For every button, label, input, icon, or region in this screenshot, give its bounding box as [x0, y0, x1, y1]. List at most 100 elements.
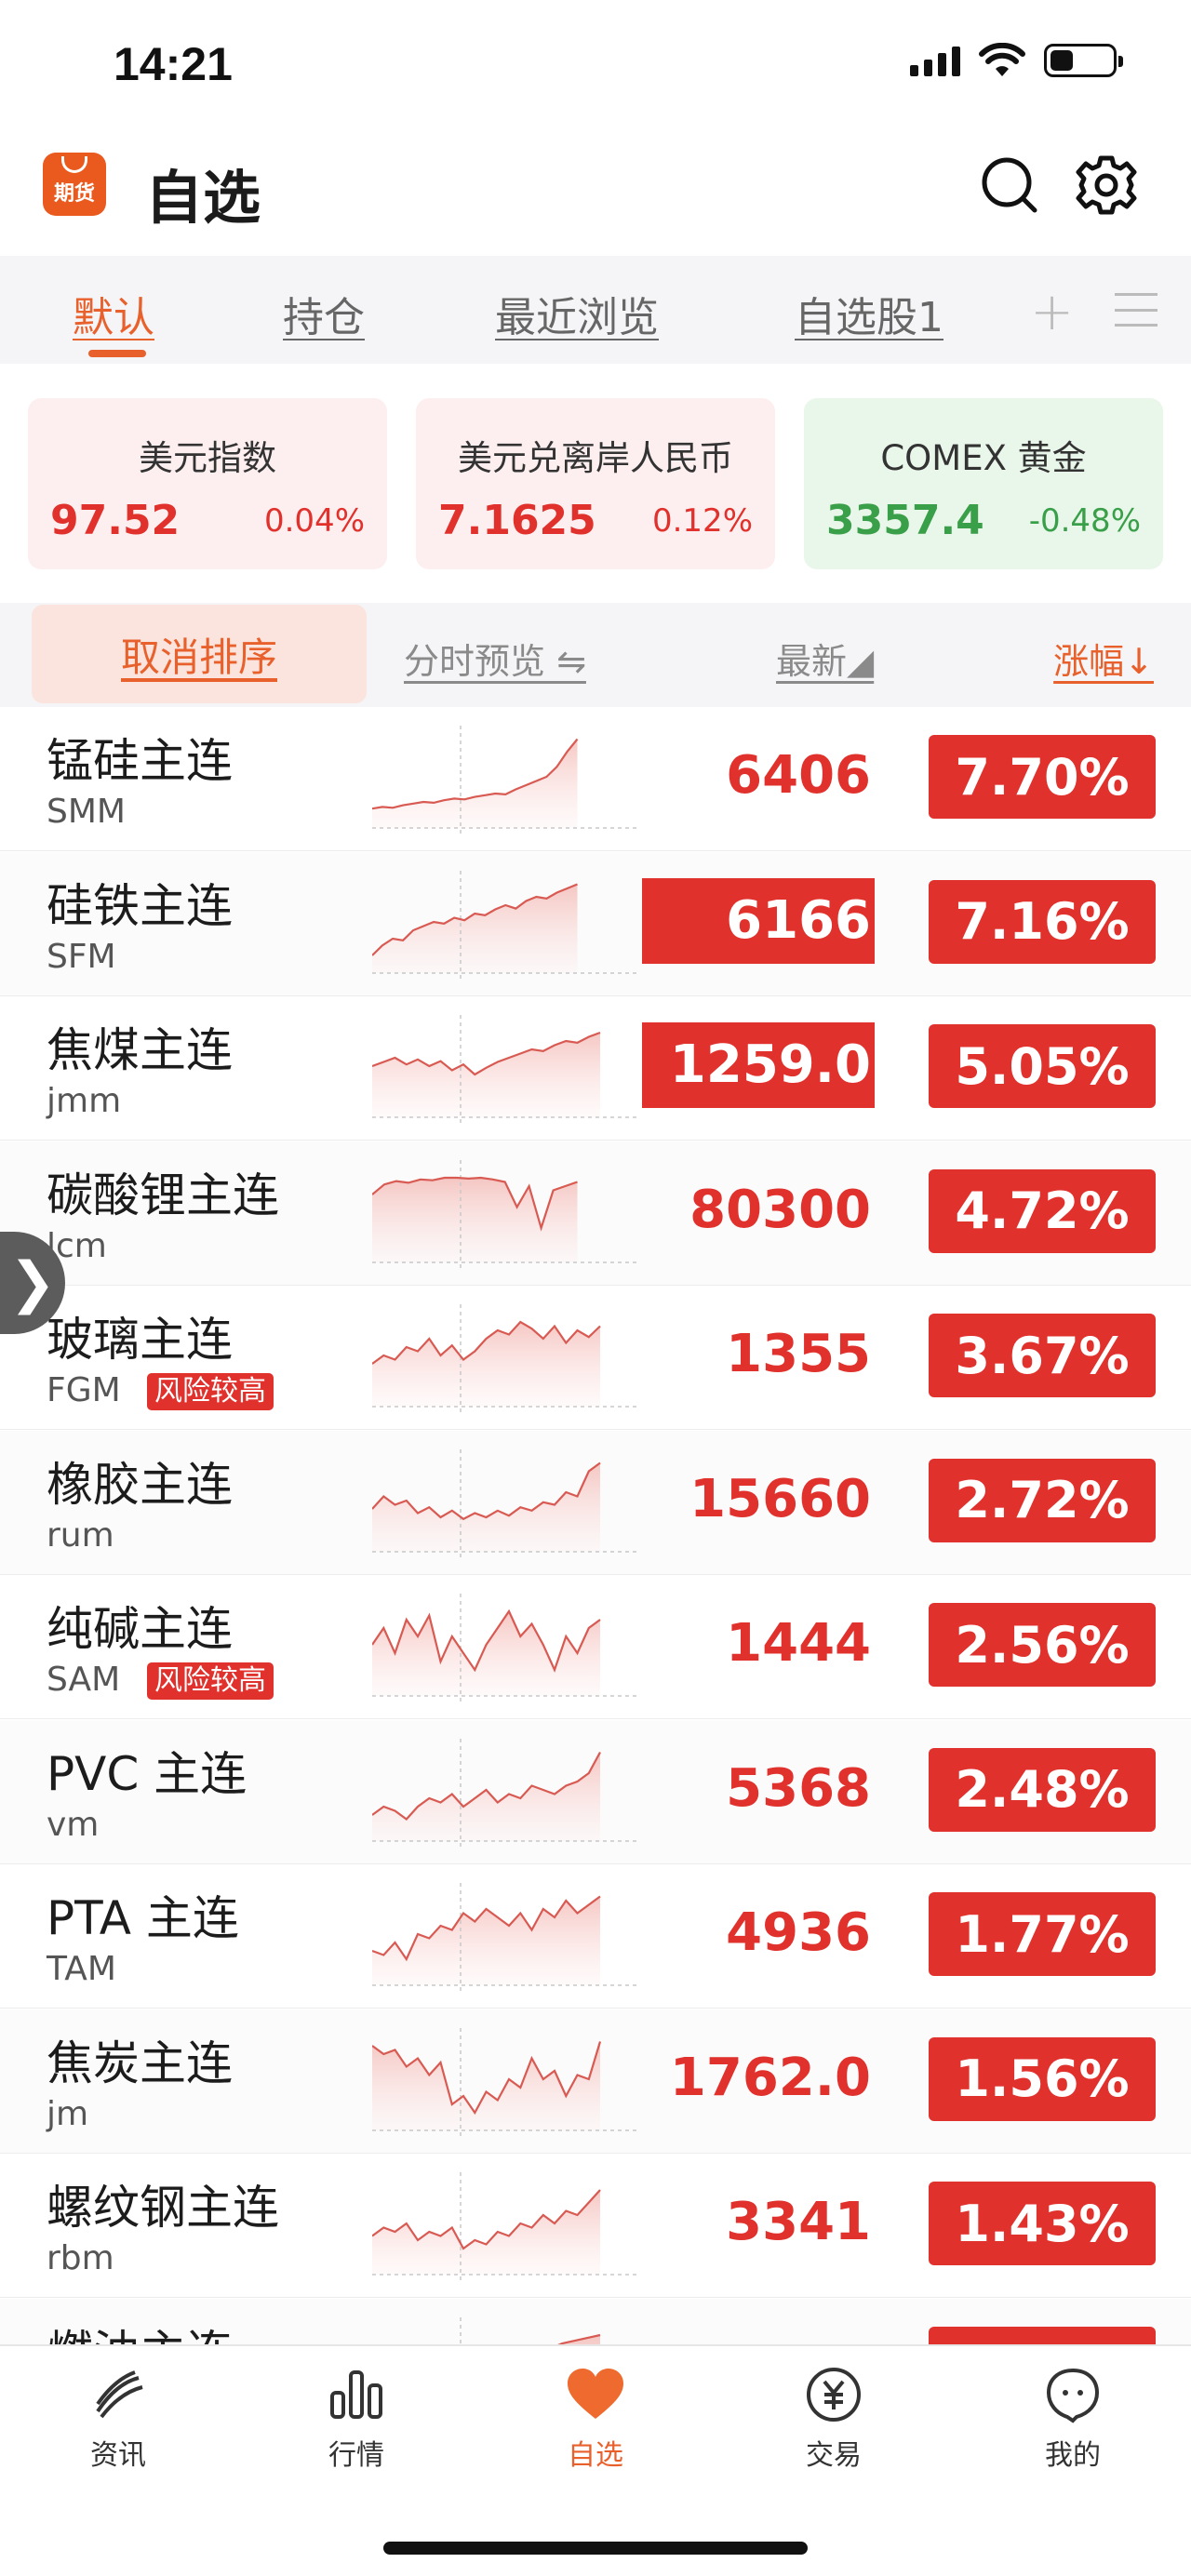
- table-row[interactable]: 锰硅主连 SMM 6406 7.70%: [0, 707, 1191, 851]
- change-percent-badge[interactable]: 2.56%: [929, 1603, 1156, 1687]
- contract-code: vm: [47, 1805, 100, 1844]
- nav-news[interactable]: 资讯: [44, 2365, 193, 2486]
- battery-icon: [1044, 44, 1123, 77]
- change-percent-badge[interactable]: 2.72%: [929, 1458, 1156, 1542]
- app-header: 期货 自选: [0, 130, 1191, 256]
- status-icons: [910, 43, 1123, 78]
- change-percent-badge[interactable]: 4.72%: [929, 1168, 1156, 1253]
- change-percent-badge[interactable]: 2.48%: [929, 1747, 1156, 1832]
- sparkline-area: [372, 1462, 600, 1552]
- contract-name: 碳酸锂主连: [47, 1168, 279, 1222]
- card-value: 7.1625: [438, 497, 596, 544]
- intraday-sparkline: [372, 2027, 637, 2140]
- watchlist: 锰硅主连 SMM 6406 7.70% 硅铁主连 SFM 6166 7.16% 焦煤主连 jmm 1…: [0, 707, 1191, 2344]
- index-card-comex-gold[interactable]: COMEX 黄金 3357.4 -0.48%: [804, 398, 1163, 569]
- contract-code: rbm: [47, 2239, 114, 2277]
- table-row[interactable]: 燃油主连fum: [0, 2298, 1191, 2345]
- change-percent-badge[interactable]: 1.77%: [929, 1892, 1156, 1976]
- status-bar: 14:21: [0, 0, 1191, 130]
- table-row[interactable]: 焦炭主连 jm 1762.0 1.56%: [0, 2009, 1191, 2154]
- cancel-sort-button[interactable]: 取消排序: [32, 605, 367, 703]
- table-row[interactable]: 橡胶主连 rum 15660 2.72%: [0, 1430, 1191, 1575]
- contract-name: 橡胶主连: [47, 1457, 233, 1512]
- intraday-sparkline: [372, 2172, 637, 2284]
- sparkline-area: [372, 2190, 600, 2275]
- index-card-usd-cnh[interactable]: 美元兑离岸人民币 7.1625 0.12%: [416, 398, 775, 569]
- index-cards: 美元指数 97.52 0.04% 美元兑离岸人民币 7.1625 0.12% C…: [0, 398, 1191, 569]
- contract-name: 焦炭主连: [47, 2035, 233, 2090]
- table-row[interactable]: PTA 主连 TAM 4936 1.77%: [0, 1864, 1191, 2009]
- sparkline-preview-toggle[interactable]: 分时预览 ⇋: [404, 633, 586, 684]
- sort-by-latest[interactable]: 最新◢: [776, 633, 874, 684]
- contract-name: PVC 主连: [47, 1746, 248, 1801]
- sort-by-change[interactable]: 涨幅↓: [1053, 633, 1154, 684]
- add-tab-icon[interactable]: +: [1030, 282, 1074, 342]
- logo-text: 期货: [53, 182, 95, 206]
- latest-price: 1259.0: [642, 1022, 875, 1108]
- heart-icon: [568, 2369, 623, 2419]
- status-time: 14:21: [114, 38, 233, 90]
- tab-holdings[interactable]: 持仓: [283, 284, 365, 343]
- contract-name: 玻璃主连: [47, 1313, 233, 1367]
- tab-recent[interactable]: 最近浏览: [495, 284, 659, 343]
- latest-price: 5368: [726, 1757, 871, 1819]
- intraday-sparkline: [460, 2316, 601, 2344]
- risk-badge: 风险较高: [147, 1373, 274, 1410]
- sparkline-area: [372, 1611, 600, 1696]
- table-row[interactable]: 纯碱主连 SAM 风险较高 1444 2.56%: [0, 1575, 1191, 1719]
- yuan-icon: [807, 2368, 861, 2422]
- latest-price: 1444: [726, 1613, 871, 1674]
- tab-active-indicator: [88, 350, 146, 357]
- change-percent-badge[interactable]: 3.67%: [929, 1314, 1156, 1397]
- change-percent-badge[interactable]: 1.56%: [929, 2036, 1156, 2121]
- sort-header: 取消排序 分时预览 ⇋ 最新◢ 涨幅↓: [0, 603, 1191, 707]
- contract-name: 硅铁主连: [47, 878, 233, 933]
- intraday-sparkline: [372, 870, 637, 982]
- latest-price: 4936: [726, 1902, 871, 1963]
- latest-price: 1355: [726, 1324, 871, 1384]
- contract-code: TAM: [47, 1950, 116, 1988]
- change-percent-badge[interactable]: 5.05%: [929, 1024, 1156, 1108]
- card-value: 3357.4: [826, 497, 984, 544]
- change-percent-badge[interactable]: 7.70%: [929, 735, 1156, 819]
- nav-label: 资讯: [90, 2439, 146, 2472]
- latest-price: 6166: [642, 877, 875, 964]
- gear-icon[interactable]: [1074, 153, 1139, 218]
- contract-name: 燃油主连: [47, 2316, 233, 2345]
- table-row[interactable]: 螺纹钢主连 rbm 3341 1.43%: [0, 2154, 1191, 2298]
- contract-name: 焦煤主连: [47, 1023, 233, 1077]
- sparkline-line: [556, 2333, 601, 2344]
- table-row[interactable]: 玻璃主连 FGM 风险较高 1355 3.67%: [0, 1286, 1191, 1430]
- table-row[interactable]: PVC 主连 vm 5368 2.48%: [0, 1719, 1191, 1864]
- contract-name: 螺纹钢主连: [47, 2181, 279, 2235]
- card-change: 0.12%: [651, 502, 753, 540]
- nav-market[interactable]: 行情: [282, 2365, 431, 2486]
- intraday-sparkline: [372, 1015, 637, 1127]
- card-change: -0.48%: [1028, 502, 1141, 540]
- intraday-sparkline: [372, 1738, 637, 1850]
- change-percent-badge[interactable]: 7.16%: [929, 879, 1156, 964]
- index-card-dollar-index[interactable]: 美元指数 97.52 0.04%: [28, 398, 387, 569]
- table-row[interactable]: 焦煤主连 jmm 1259.0 5.05%: [0, 996, 1191, 1141]
- table-row[interactable]: 硅铁主连 SFM 6166 7.16%: [0, 851, 1191, 996]
- intraday-sparkline: [372, 1594, 637, 1705]
- latest-price: 80300: [689, 1179, 871, 1240]
- intraday-sparkline: [372, 726, 637, 837]
- tab-menu-icon[interactable]: [1115, 293, 1158, 327]
- tab-default[interactable]: 默认: [73, 284, 154, 343]
- card-change: 0.04%: [263, 502, 365, 540]
- table-row[interactable]: 碳酸锂主连 lcm 80300 4.72%: [0, 1141, 1191, 1286]
- intraday-sparkline: [372, 1304, 637, 1416]
- risk-badge: 风险较高: [147, 1662, 274, 1700]
- sparkline-area: [372, 739, 578, 828]
- nav-label: 我的: [1045, 2439, 1101, 2472]
- nav-watchlist[interactable]: 自选: [521, 2365, 670, 2486]
- change-percent-badge[interactable]: [929, 2326, 1156, 2344]
- search-icon[interactable]: [977, 153, 1042, 218]
- nav-profile[interactable]: 我的: [998, 2365, 1147, 2486]
- tab-watchlist-1[interactable]: 自选股1: [795, 284, 943, 343]
- nav-trade[interactable]: 交易: [759, 2365, 908, 2486]
- contract-code: SMM: [47, 793, 126, 831]
- card-name: COMEX 黄金: [880, 438, 1087, 478]
- change-percent-badge[interactable]: 1.43%: [929, 2182, 1156, 2265]
